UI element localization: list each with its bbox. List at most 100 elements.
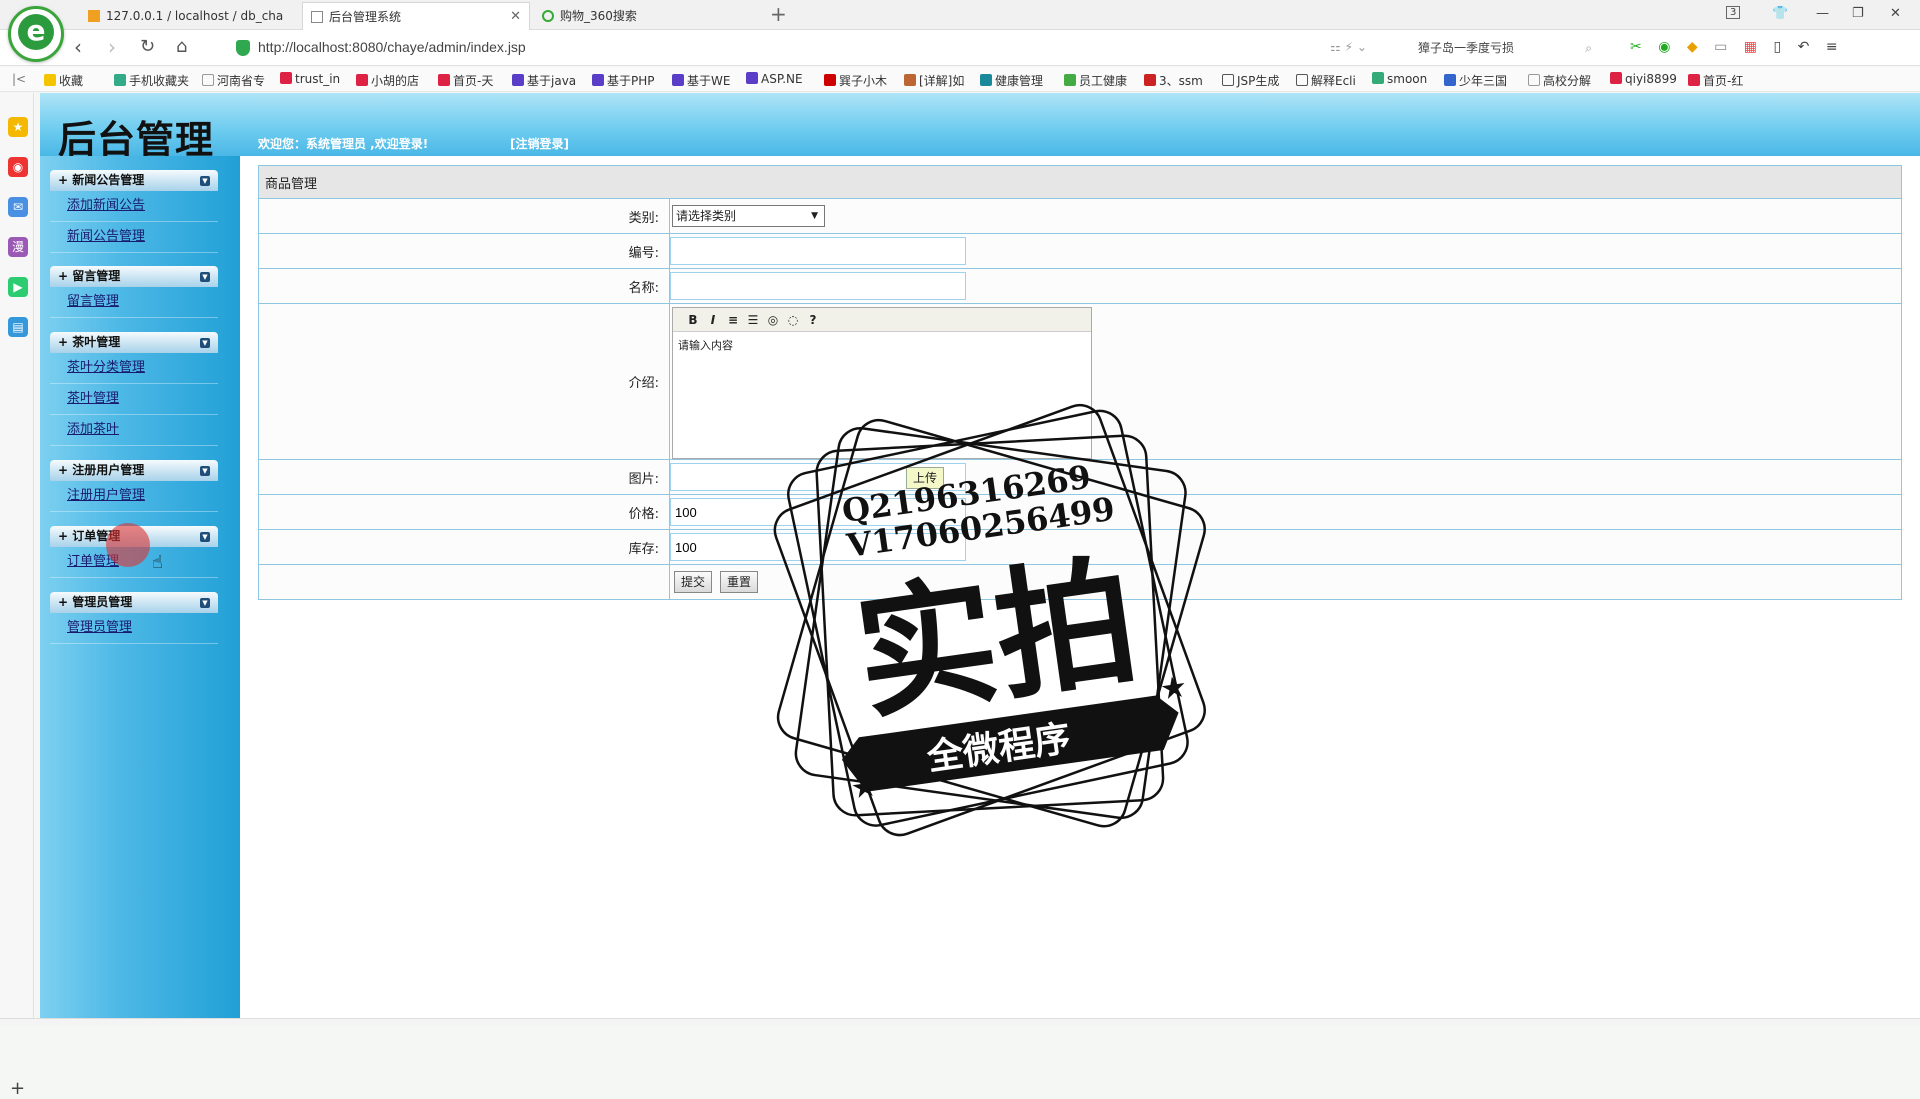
minimize-icon[interactable]: — bbox=[1816, 6, 1829, 21]
bookmark-item[interactable]: qiyi8899 bbox=[1610, 72, 1677, 86]
page-icon bbox=[202, 74, 214, 86]
sidebar-item-news-manage[interactable]: 新闻公告管理 bbox=[50, 222, 218, 253]
bookmark-item[interactable]: trust_in bbox=[280, 72, 340, 86]
bookmark-item[interactable]: 高校分解 bbox=[1528, 72, 1591, 89]
menu-group-header[interactable]: + 新闻公告管理 ▼ bbox=[50, 170, 218, 191]
reader-icon[interactable]: ▯ bbox=[1773, 39, 1781, 55]
menu-group-title: + 茶叶管理 bbox=[58, 335, 121, 349]
stamp-ribbon bbox=[841, 695, 1179, 792]
menu-group-header[interactable]: + 管理员管理 ▼ bbox=[50, 592, 218, 613]
bookmark-item[interactable]: 基于PHP bbox=[592, 72, 655, 89]
search-input[interactable]: 獐子岛一季度亏损 ⌕ bbox=[1410, 35, 1600, 61]
sidebar-item-tea-category[interactable]: 茶叶分类管理 bbox=[50, 353, 218, 384]
translate-icon[interactable]: ◉ bbox=[1658, 39, 1670, 55]
home-icon[interactable]: ⌂ bbox=[176, 36, 187, 58]
bookmark-item[interactable]: smoon bbox=[1372, 72, 1427, 86]
bookmark-item[interactable]: 3、ssm bbox=[1144, 72, 1203, 89]
close-icon[interactable]: ✕ bbox=[510, 3, 521, 30]
scissors-icon[interactable]: ✂ bbox=[1630, 39, 1642, 55]
url-field[interactable]: http://localhost:8080/chaye/admin/index.… bbox=[228, 35, 1403, 61]
watermark-sub: 全微程序 bbox=[924, 717, 1073, 779]
link-icon[interactable]: ◎ bbox=[763, 308, 783, 332]
back-icon[interactable]: ‹ bbox=[74, 36, 82, 58]
menu-group-header[interactable]: + 注册用户管理 ▼ bbox=[50, 460, 218, 481]
window-close-icon[interactable]: ✕ bbox=[1890, 6, 1901, 21]
page-header: 后台管理 欢迎您：系统管理员 ,欢迎登录! [注销登录] bbox=[40, 93, 1920, 162]
upload-button[interactable]: 上传 bbox=[906, 466, 945, 489]
sidebar-item-tea-manage[interactable]: 茶叶管理 bbox=[50, 384, 218, 415]
menu-group-news: + 新闻公告管理 ▼ 添加新闻公告 新闻公告管理 bbox=[50, 170, 218, 253]
submit-button[interactable]: 提交 bbox=[674, 571, 713, 593]
shield-icon[interactable]: ◆ bbox=[1687, 39, 1698, 55]
image-icon[interactable]: ▭ bbox=[1714, 39, 1727, 55]
extension-icons: ✂ ◉ ◆ ▭ ▦ ▯ ↶ ≡ bbox=[1630, 39, 1850, 55]
name-input[interactable] bbox=[670, 272, 966, 300]
italic-icon[interactable]: I bbox=[703, 308, 723, 332]
url-tools-icon[interactable]: ⚏ ⚡ ⌄ bbox=[1330, 40, 1367, 54]
tab-admin[interactable]: 后台管理系统 ✕ bbox=[302, 2, 530, 30]
code-input[interactable] bbox=[670, 237, 966, 265]
shirt-icon[interactable]: 👕 bbox=[1772, 6, 1788, 21]
sidebar-item-add-news[interactable]: 添加新闻公告 bbox=[50, 191, 218, 222]
bookmark-item[interactable]: 少年三国 bbox=[1444, 72, 1507, 89]
sidebar-item-user-manage[interactable]: 注册用户管理 bbox=[50, 481, 218, 512]
help-icon[interactable]: ? bbox=[803, 308, 823, 332]
welcome-text: 欢迎您：系统管理员 ,欢迎登录! bbox=[258, 137, 429, 151]
bookmark-icon bbox=[672, 74, 684, 86]
weibo-icon[interactable]: ◉ bbox=[8, 157, 28, 177]
sidebar-item-message-manage[interactable]: 留言管理 bbox=[50, 287, 218, 318]
menu-icon[interactable]: ≡ bbox=[1826, 39, 1838, 55]
browser-logo-icon[interactable]: e bbox=[8, 6, 64, 62]
unlink-icon[interactable]: ◌ bbox=[783, 308, 803, 332]
mail-icon[interactable]: ✉ bbox=[8, 197, 28, 217]
bookmark-item[interactable]: 员工健康 bbox=[1064, 72, 1127, 89]
reset-button[interactable]: 重置 bbox=[720, 571, 759, 593]
bookmark-item[interactable]: 首页-天 bbox=[438, 72, 493, 89]
bookmark-item[interactable]: 基于java bbox=[512, 72, 576, 89]
bold-icon[interactable]: B bbox=[683, 308, 703, 332]
bookmark-item[interactable]: 解释Ecli bbox=[1296, 72, 1356, 89]
unordered-list-icon[interactable]: ☰ bbox=[743, 308, 763, 332]
favorites-icon[interactable]: ★ bbox=[8, 117, 28, 137]
category-select[interactable]: 请选择类别 ▼ bbox=[672, 205, 825, 227]
menu-group-header[interactable]: + 茶叶管理 ▼ bbox=[50, 332, 218, 353]
sidebar-item-add-tea[interactable]: 添加茶叶 bbox=[50, 415, 218, 446]
apps-icon[interactable]: ▦ bbox=[1744, 39, 1757, 55]
stock-input[interactable] bbox=[670, 533, 966, 561]
intro-editor[interactable]: B I ≡ ☰ ◎ ◌? 请输入内容 bbox=[672, 306, 1092, 459]
forward-icon[interactable]: › bbox=[108, 36, 116, 58]
bookmark-item[interactable]: 健康管理 bbox=[980, 72, 1043, 89]
tab-phpmyadmin[interactable]: 127.0.0.1 / localhost / db_cha bbox=[80, 2, 298, 30]
bookmark-item[interactable]: ASP.NE bbox=[746, 72, 803, 86]
video-icon[interactable]: ▶ bbox=[8, 277, 28, 297]
bookmark-item[interactable]: 小胡的店 bbox=[356, 72, 419, 89]
price-input[interactable] bbox=[670, 498, 966, 526]
menu-group-header[interactable]: + 留言管理 ▼ bbox=[50, 266, 218, 287]
search-icon[interactable]: ⌕ bbox=[1585, 35, 1592, 61]
bookmark-item[interactable]: [详解]如 bbox=[904, 72, 964, 89]
search-text: 獐子岛一季度亏损 bbox=[1418, 41, 1515, 55]
bookmark-item[interactable]: 手机收藏夹 bbox=[114, 72, 189, 89]
add-icon[interactable]: + bbox=[10, 1078, 25, 1099]
collapse-icon[interactable]: |< bbox=[12, 72, 26, 86]
restore-icon[interactable]: ❐ bbox=[1852, 6, 1864, 21]
bookmark-item[interactable]: 巽子小木 bbox=[824, 72, 887, 89]
bookmark-item[interactable]: JSP生成 bbox=[1222, 72, 1279, 89]
tab-360-search[interactable]: 购物_360搜索 bbox=[534, 2, 762, 30]
tab-count-badge[interactable]: 3 bbox=[1726, 6, 1741, 19]
document-icon[interactable]: ▤ bbox=[8, 317, 28, 337]
bookmark-item[interactable]: 收藏 bbox=[44, 72, 83, 89]
star-icon: ★ bbox=[1158, 669, 1190, 707]
chevron-down-icon: ▼ bbox=[200, 466, 210, 476]
refresh-icon[interactable]: ↻ bbox=[140, 36, 155, 58]
logout-link[interactable]: [注销登录] bbox=[510, 135, 569, 152]
ordered-list-icon[interactable]: ≡ bbox=[723, 308, 743, 332]
bookmark-item[interactable]: 基于WE bbox=[672, 72, 730, 89]
comic-icon[interactable]: 漫 bbox=[8, 237, 28, 257]
sidebar-item-admin-manage[interactable]: 管理员管理 bbox=[50, 613, 218, 644]
bookmark-item[interactable]: 河南省专 bbox=[202, 72, 265, 89]
bookmark-icon bbox=[980, 74, 992, 86]
undo-icon[interactable]: ↶ bbox=[1798, 39, 1810, 55]
bookmark-item[interactable]: 首页-红 bbox=[1688, 72, 1743, 89]
new-tab-icon[interactable]: + bbox=[770, 4, 787, 24]
